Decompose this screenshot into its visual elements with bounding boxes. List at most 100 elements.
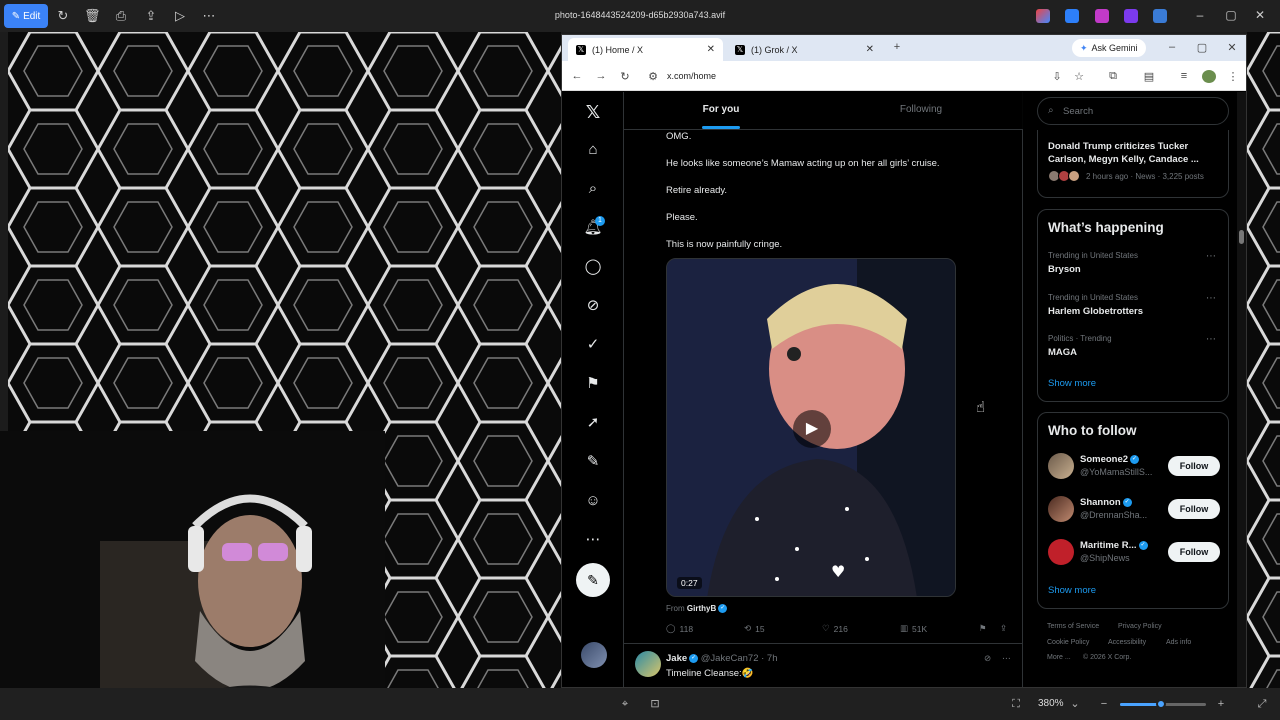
url-field[interactable]: x.com/home <box>667 71 716 81</box>
follow-button[interactable]: Follow <box>1168 456 1220 476</box>
tab-home-x[interactable]: 𝕏 (1) Home / X ✕ <box>568 38 723 61</box>
tab-for-you[interactable]: For you <box>671 104 771 115</box>
show-more-link[interactable]: Show more <box>1048 378 1096 389</box>
zoom-level[interactable]: 380% <box>1038 698 1064 709</box>
avatar[interactable] <box>1048 453 1074 479</box>
sidepanel-icon[interactable]: ▤ <box>1142 70 1156 83</box>
install-icon[interactable]: ⇩ <box>1050 70 1064 83</box>
close-tab-icon[interactable]: ✕ <box>866 44 874 55</box>
account-name[interactable]: Someone2 ✓ <box>1080 454 1140 465</box>
fullscreen-icon[interactable]: ⤢ <box>1255 697 1269 711</box>
show-more-link[interactable]: Show more <box>1048 585 1096 596</box>
verified-badge-icon: ✓ <box>1138 540 1148 550</box>
account-avatar[interactable] <box>581 642 607 668</box>
webcam-overlay <box>0 431 385 720</box>
account-name[interactable]: Shannon ✓ <box>1080 497 1132 508</box>
footer-link[interactable]: Terms of Service <box>1047 623 1099 630</box>
photos-toolbar: ✎ Edit ↻ 🗑 ⎙ ⇪ ▷ ⋯ photo-1648443524209-d6… <box>0 0 1280 32</box>
like-button[interactable]: ♡ 216 <box>822 623 848 634</box>
app-icon[interactable] <box>1065 9 1079 23</box>
footer-link[interactable]: Privacy Policy <box>1118 623 1162 630</box>
avatar[interactable] <box>635 651 661 677</box>
cloud-icon[interactable] <box>1153 9 1167 23</box>
trend-context: Politics · Trending <box>1048 334 1112 343</box>
minimize-icon[interactable]: – <box>1192 8 1208 22</box>
bookmark-icon[interactable]: ⚑ <box>979 623 987 634</box>
avatar[interactable] <box>1048 496 1074 522</box>
trend-more-icon[interactable]: ⋯ <box>1206 334 1216 345</box>
menu-icon[interactable]: ⋮ <box>1226 70 1240 83</box>
grok-icon[interactable]: ⊘ <box>984 653 991 664</box>
verified-orgs-icon[interactable]: ✓ <box>583 335 603 355</box>
follow-button[interactable]: Follow <box>1168 499 1220 519</box>
news-card[interactable]: Donald Trump criticizes Tucker Carlson, … <box>1037 130 1229 198</box>
grok-icon[interactable]: ⊘ <box>583 296 603 316</box>
tab-following[interactable]: Following <box>871 104 971 115</box>
account-name[interactable]: Maritime R... ✓ <box>1080 540 1148 551</box>
footer-link[interactable]: Cookie Policy <box>1047 639 1089 646</box>
search-input[interactable]: ⌕ Search <box>1037 97 1229 125</box>
visual-search-icon[interactable]: ⌖ <box>618 697 632 711</box>
video-player[interactable]: ♥ ▶ 0:27 <box>666 258 956 597</box>
maximize-icon[interactable]: ▢ <box>1195 41 1209 54</box>
home-icon[interactable]: ⌂ <box>583 140 603 160</box>
play-icon[interactable]: ▶ <box>793 410 831 448</box>
chevron-down-icon[interactable]: ⌄ <box>1068 697 1082 711</box>
compose-post-button[interactable]: ✎ <box>576 563 610 597</box>
tab-grok[interactable]: 𝕏 (1) Grok / X ✕ <box>727 38 882 61</box>
profile-icon[interactable]: ☺ <box>583 491 603 511</box>
search-icon[interactable]: ⌕ <box>583 179 603 199</box>
minimize-icon[interactable]: – <box>1165 41 1179 53</box>
scroll-thumb[interactable] <box>1239 230 1244 244</box>
text-scan-icon[interactable]: ⊡ <box>648 697 662 711</box>
footer-link[interactable]: Ads info <box>1166 639 1191 646</box>
zoom-out-icon[interactable]: − <box>1097 697 1111 711</box>
maximize-icon[interactable]: ▢ <box>1223 8 1239 22</box>
bookmark-star-icon[interactable]: ☆ <box>1072 70 1086 83</box>
zoom-in-icon[interactable]: + <box>1214 697 1228 711</box>
copilot-icon[interactable] <box>1036 9 1050 23</box>
trend-more-icon[interactable]: ⋯ <box>1206 251 1216 262</box>
close-icon[interactable]: ✕ <box>1252 8 1268 22</box>
reload-icon[interactable]: ↻ <box>618 70 632 83</box>
app-icon[interactable] <box>1095 9 1109 23</box>
views-button[interactable]: ▥ 51K <box>900 623 927 634</box>
repost-button[interactable]: ⟲ 15 <box>744 623 765 634</box>
footer-link[interactable]: More ... <box>1047 654 1071 661</box>
trend-name[interactable]: Bryson <box>1048 264 1081 275</box>
avatar[interactable] <box>1048 539 1074 565</box>
messages-icon[interactable]: ◯ <box>583 257 603 277</box>
footer-link[interactable]: Accessibility <box>1108 639 1146 646</box>
ask-gemini-button[interactable]: ✦ Ask Gemini <box>1072 39 1146 57</box>
new-tab-icon[interactable]: + <box>890 41 904 53</box>
zoom-slider[interactable] <box>1120 699 1206 709</box>
back-icon[interactable]: ← <box>570 70 584 82</box>
from-user-link[interactable]: GirthyB <box>687 604 716 613</box>
close-icon[interactable]: ✕ <box>1225 41 1239 54</box>
more-icon[interactable]: ⋯ <box>1002 653 1011 664</box>
app-icon[interactable] <box>1124 9 1138 23</box>
forward-icon[interactable]: → <box>594 70 608 82</box>
bookmarks-icon[interactable]: ⚑ <box>583 374 603 394</box>
premium-rocket-icon[interactable]: ➚ <box>583 413 603 433</box>
more-icon[interactable]: ⋯ <box>583 530 603 550</box>
trend-name[interactable]: Harlem Globetrotters <box>1048 306 1143 317</box>
page-scrollbar[interactable] <box>1237 92 1246 687</box>
author-name[interactable]: Jake <box>666 653 687 664</box>
trend-more-icon[interactable]: ⋯ <box>1206 293 1216 304</box>
reply-icon: ◯ <box>666 623 676 633</box>
trend-name[interactable]: MAGA <box>1048 347 1077 358</box>
follow-button[interactable]: Follow <box>1168 542 1220 562</box>
fit-screen-icon[interactable]: ⛶ <box>1009 697 1023 711</box>
news-title[interactable]: Donald Trump criticizes Tucker Carlson, … <box>1048 140 1223 166</box>
extensions-icon[interactable]: ⧉ <box>1106 70 1120 83</box>
share-icon[interactable]: ⇪ <box>1000 623 1007 634</box>
author-handle[interactable]: @JakeCan72 · 7h <box>701 653 778 664</box>
reading-list-icon[interactable]: ≡ <box>1177 70 1191 82</box>
reply-button[interactable]: ◯ 118 <box>666 623 693 634</box>
profile-avatar[interactable] <box>1202 70 1216 83</box>
articles-icon[interactable]: ✎ <box>583 452 603 472</box>
site-info-icon[interactable]: ⚙ <box>646 70 660 83</box>
close-tab-icon[interactable]: ✕ <box>707 44 715 55</box>
x-logo-icon[interactable]: 𝕏 <box>583 102 603 122</box>
